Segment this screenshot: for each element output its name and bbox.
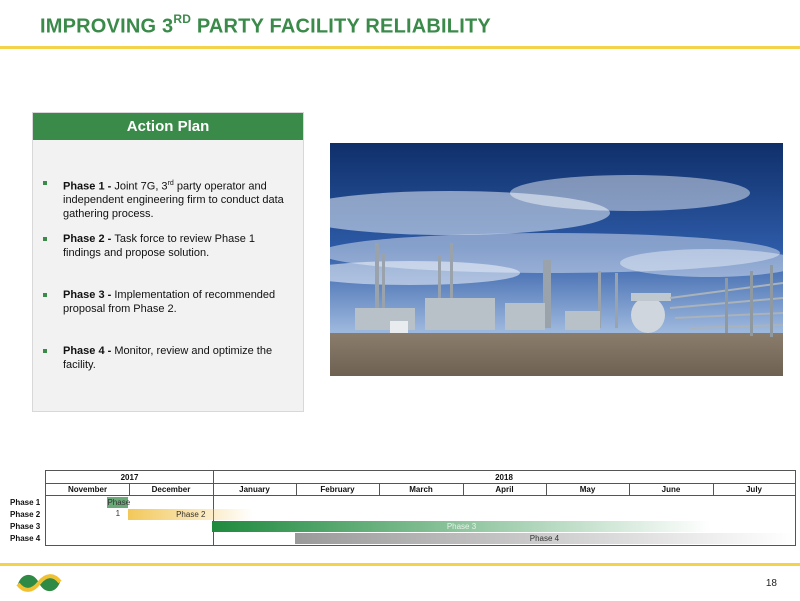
title-superscript: RD [173,12,192,26]
phase-text: Joint 7G, 3 [114,180,168,193]
list-item: Phase 2 - Task force to review Phase 1 f… [43,233,293,289]
month-header: February [296,484,379,496]
month-divider [546,484,547,496]
phase-row-label: Phase 2 [10,510,41,519]
bullet-icon [43,237,47,241]
list-item: Phase 1 - Joint 7G, 3rd party operator a… [43,177,293,233]
action-plan-panel: Action Plan Phase 1 - Joint 7G, 3rd part… [32,112,304,412]
phase-bar-label: Phase 4 [529,534,560,543]
phase-row-label: Phase 1 [10,498,41,507]
phase-label: Phase 1 - [63,180,115,193]
phase-bar-label: Phase 3 [446,522,477,531]
phase-row-label: Phase 4 [10,534,41,543]
month-divider [379,484,380,496]
phase-4-bar: Phase 4 [294,533,794,544]
top-divider [0,46,800,49]
phase-label: Phase 2 - [63,233,115,245]
month-divider [296,484,297,496]
list-item: Phase 4 - Monitor, review and optimize t… [43,345,293,401]
month-divider [713,484,714,496]
facility-photo [330,143,783,376]
title-prefix: IMPROVING 3 [40,15,174,38]
month-header: May [546,484,629,496]
year-header: 2017 [46,471,213,484]
page-title: IMPROVING 3RD PARTY FACILITY RELIABILITY [40,12,491,39]
phase-label: Phase 3 - [63,289,115,301]
month-header: January [213,484,296,496]
month-header: November [46,484,129,496]
bullet-icon [43,293,47,297]
action-plan-list: Phase 1 - Joint 7G, 3rd party operator a… [43,177,293,401]
month-header: March [379,484,463,496]
bottom-divider [0,563,800,566]
month-divider [629,484,630,496]
phase-timeline: 2017 2018 November December January Febr… [0,470,800,550]
phase-2-bar: Phase 2 [128,509,254,520]
phase-row-label: Phase 3 [10,522,41,531]
bullet-icon [43,349,47,353]
bullet-icon [43,181,47,185]
year-divider [213,471,214,545]
month-header: June [629,484,713,496]
title-suffix: PARTY FACILITY RELIABILITY [191,15,491,38]
month-header: April [463,484,546,496]
phase-1-bar: Phase 1 [107,497,130,518]
company-logo [14,570,64,596]
month-divider [463,484,464,496]
month-divider [129,484,130,496]
phase-label: Phase 4 - [63,345,115,357]
month-header: July [713,484,795,496]
year-header: 2018 [213,471,795,484]
phase-bar-label: Phase 2 [176,510,206,519]
month-header: December [129,484,213,496]
list-item: Phase 3 - Implementation of recommended … [43,289,293,345]
phase-3-bar: Phase 3 [211,521,712,532]
action-plan-heading: Action Plan [33,113,303,140]
page-number: 18 [765,578,777,589]
